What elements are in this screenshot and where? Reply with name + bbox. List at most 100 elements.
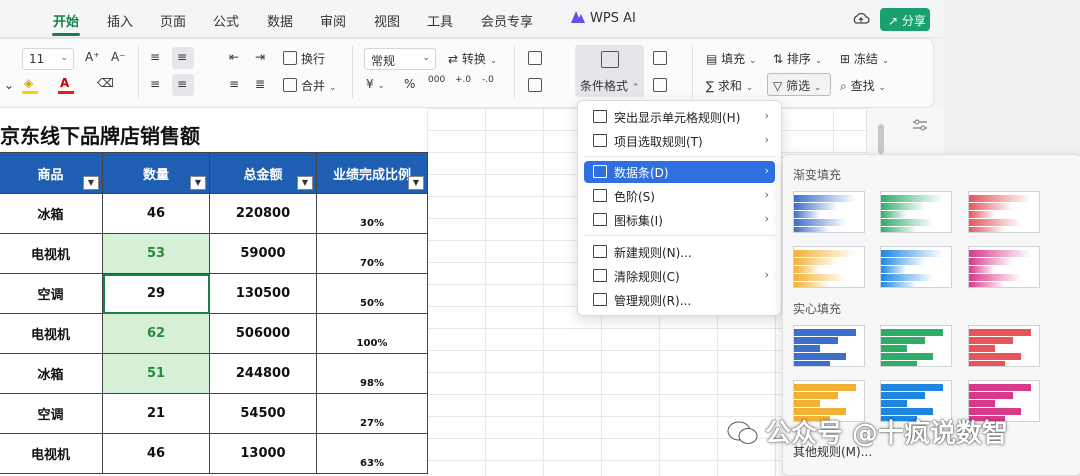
menu-item-clear-rules[interactable]: 清除规则(C) ›	[584, 265, 775, 287]
tab-home[interactable]: 开始	[53, 11, 79, 30]
product-cell[interactable]: 空调	[0, 273, 103, 314]
product-cell[interactable]: 空调	[0, 393, 103, 434]
table-style-icon[interactable]	[528, 78, 542, 92]
align-top-icon[interactable]: ≡	[150, 50, 160, 64]
share-button[interactable]: ↗ 分享	[880, 8, 930, 31]
tab-insert[interactable]: 插入	[107, 11, 133, 30]
filter-dropdown-icon[interactable]: ▼	[83, 176, 99, 190]
fill-button[interactable]: ▤ 填充 ⌄	[706, 50, 757, 67]
qty-cell[interactable]: 62	[102, 313, 210, 354]
rows-columns-icon[interactable]	[653, 51, 667, 65]
conditional-format-button[interactable]: 条件格式 ⌃	[580, 77, 639, 94]
tab-view[interactable]: 视图	[374, 11, 400, 30]
qty-cell[interactable]: 46	[102, 433, 210, 474]
gradient-data-bar-option[interactable]	[793, 191, 865, 233]
increase-decimal-icon[interactable]: +.0	[455, 75, 471, 85]
tab-review[interactable]: 审阅	[320, 11, 346, 30]
freeze-button[interactable]: ⊞ 冻结 ⌄	[840, 50, 889, 67]
solid-data-bar-option[interactable]	[880, 325, 952, 367]
currency-button[interactable]: ¥ ⌄	[366, 77, 385, 91]
indent-decrease-icon[interactable]: ⇤	[229, 50, 239, 64]
indent-increase-icon[interactable]: ⇥	[255, 50, 265, 64]
distribute-icon[interactable]: ≣	[255, 77, 265, 91]
product-cell[interactable]: 电视机	[0, 233, 103, 274]
font-color-icon[interactable]: A	[60, 76, 69, 90]
align-left-icon[interactable]: ≡	[150, 77, 160, 91]
number-format-select[interactable]: 常规 ⌄	[364, 48, 436, 70]
amount-cell[interactable]: 506000	[209, 313, 317, 354]
gradient-data-bar-option[interactable]	[880, 191, 952, 233]
qty-cell[interactable]: 21	[102, 393, 210, 434]
amount-cell[interactable]: 244800	[209, 353, 317, 394]
filter-button[interactable]: ▽ 筛选 ⌄	[773, 77, 821, 94]
cloud-upload-icon[interactable]	[852, 10, 870, 28]
worksheet-icon[interactable]	[653, 78, 667, 92]
decrease-font-icon[interactable]: A⁻	[111, 50, 126, 64]
pct-cell[interactable]: 50%	[316, 273, 428, 314]
menu-item-icon-sets[interactable]: 图标集(I) ›	[584, 209, 775, 231]
sum-button[interactable]: ∑ 求和 ⌄	[706, 77, 753, 94]
merge-button[interactable]: 合并 ⌄	[301, 77, 336, 94]
align-center-icon[interactable]: ≡	[177, 77, 187, 91]
qty-cell-selected[interactable]: 29	[102, 273, 210, 314]
percent-button[interactable]: %	[404, 77, 415, 91]
filter-dropdown-icon[interactable]: ▼	[297, 176, 313, 190]
pct-cell[interactable]: 30%	[316, 193, 428, 234]
cell-style-icon[interactable]	[528, 51, 542, 65]
qty-cell[interactable]: 53	[102, 233, 210, 274]
menu-item-new-rule[interactable]: 新建规则(N)...	[584, 241, 775, 263]
tab-tools[interactable]: 工具	[427, 11, 453, 30]
header-cell[interactable]: 总金额 ▼	[209, 152, 317, 194]
sort-button[interactable]: ⇅ 排序 ⌄	[773, 50, 822, 67]
find-button[interactable]: ⌕ 查找 ⌄	[840, 77, 886, 94]
gradient-data-bar-option[interactable]	[880, 246, 952, 288]
sheet-title[interactable]: 京东线下品牌店销售额	[0, 120, 200, 149]
vertical-scrollbar[interactable]	[878, 124, 884, 154]
bold-dropdown-icon[interactable]: ⌄	[4, 78, 14, 92]
pct-cell[interactable]: 63%	[316, 433, 428, 474]
align-middle-icon[interactable]: ≡	[177, 50, 187, 64]
menu-item-manage-rules[interactable]: 管理规则(R)...	[584, 289, 775, 311]
filter-dropdown-icon[interactable]: ▼	[408, 176, 424, 190]
tab-data[interactable]: 数据	[267, 11, 293, 30]
tab-formula[interactable]: 公式	[213, 11, 239, 30]
amount-cell[interactable]: 130500	[209, 273, 317, 314]
gradient-data-bar-option[interactable]	[968, 246, 1040, 288]
gradient-data-bar-option[interactable]	[793, 246, 865, 288]
font-size-select[interactable]: 11 ⌄	[22, 48, 74, 70]
amount-cell[interactable]: 59000	[209, 233, 317, 274]
qty-cell[interactable]: 46	[102, 193, 210, 234]
menu-item-data-bars[interactable]: 数据条(D) ›	[584, 161, 775, 183]
amount-cell[interactable]: 220800	[209, 193, 317, 234]
tab-member[interactable]: 会员专享	[481, 11, 533, 30]
thousands-button[interactable]: 000	[428, 75, 445, 85]
product-cell[interactable]: 冰箱	[0, 193, 103, 234]
amount-cell[interactable]: 13000	[209, 433, 317, 474]
decrease-decimal-icon[interactable]: -.0	[482, 75, 494, 85]
tab-page[interactable]: 页面	[160, 11, 186, 30]
increase-font-icon[interactable]: A⁺	[85, 50, 100, 64]
menu-item-top-rules[interactable]: 项目选取规则(T) ›	[584, 130, 775, 152]
pct-cell[interactable]: 100%	[316, 313, 428, 354]
wps-ai-tab[interactable]: WPS AI	[570, 10, 636, 26]
header-cell[interactable]: 业绩完成比例 ▼	[316, 152, 428, 194]
clear-format-icon[interactable]: ⌫	[97, 76, 114, 90]
pct-cell[interactable]: 98%	[316, 353, 428, 394]
amount-cell[interactable]: 54500	[209, 393, 317, 434]
header-cell[interactable]: 商品 ▼	[0, 152, 103, 194]
header-cell[interactable]: 数量 ▼	[102, 152, 210, 194]
menu-item-color-scales[interactable]: 色阶(S) ›	[584, 185, 775, 207]
pct-cell[interactable]: 27%	[316, 393, 428, 434]
qty-cell[interactable]: 51	[102, 353, 210, 394]
product-cell[interactable]: 电视机	[0, 313, 103, 354]
gradient-data-bar-option[interactable]	[968, 191, 1040, 233]
solid-data-bar-option[interactable]	[793, 325, 865, 367]
settings-sliders-icon[interactable]	[912, 118, 928, 132]
product-cell[interactable]: 电视机	[0, 433, 103, 474]
solid-data-bar-option[interactable]	[968, 325, 1040, 367]
product-cell[interactable]: 冰箱	[0, 353, 103, 394]
filter-dropdown-icon[interactable]: ▼	[190, 176, 206, 190]
menu-item-highlight-rules[interactable]: 突出显示单元格规则(H) ›	[584, 106, 775, 128]
pct-cell[interactable]: 70%	[316, 233, 428, 274]
convert-button[interactable]: ⇄ 转换 ⌄	[448, 50, 497, 67]
